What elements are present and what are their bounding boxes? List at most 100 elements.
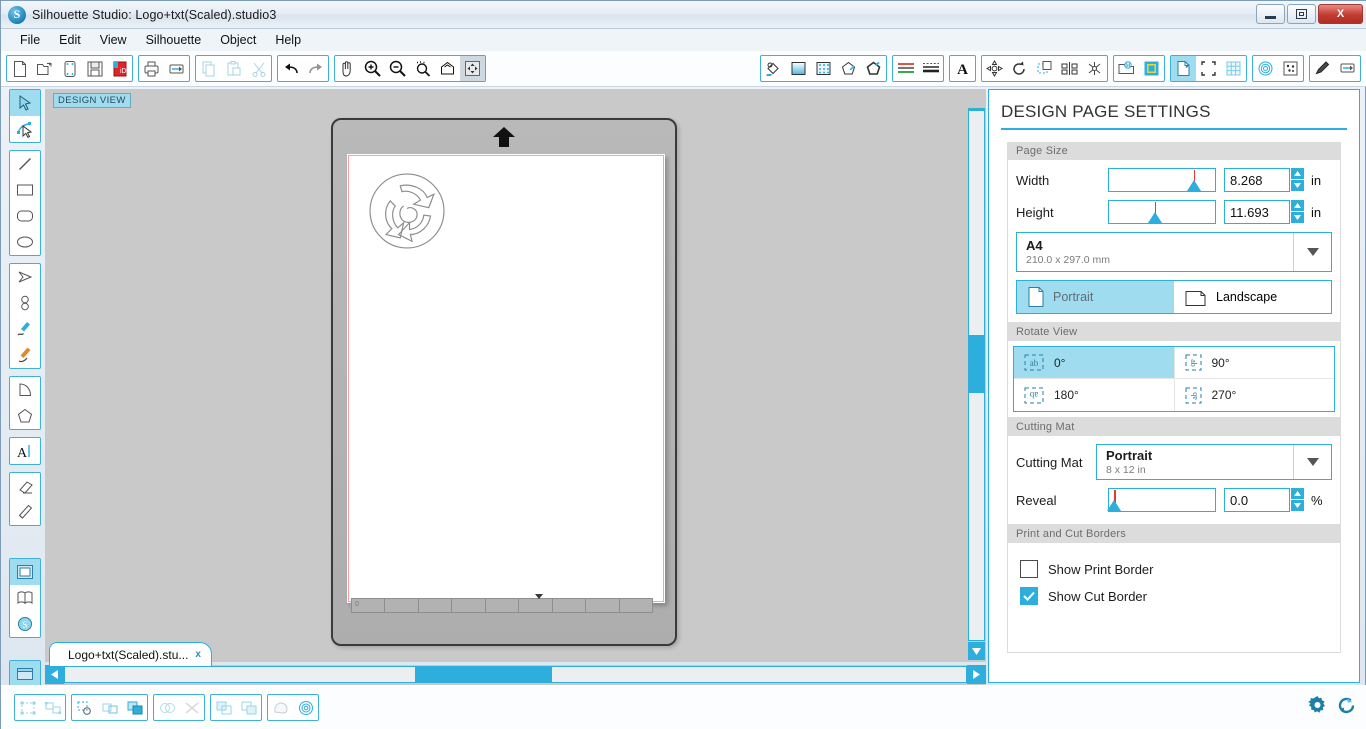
send-icon[interactable]: [1335, 56, 1360, 81]
document-tab-close-icon[interactable]: x: [195, 649, 201, 660]
rotate-270-button[interactable]: ab 270°: [1175, 379, 1335, 411]
send-panel-icon[interactable]: [10, 661, 40, 687]
width-input[interactable]: 8.268: [1224, 168, 1290, 192]
sketch-pens-icon[interactable]: [893, 56, 918, 81]
bring-to-front-icon[interactable]: [122, 695, 147, 720]
save-icon[interactable]: [82, 56, 107, 81]
vertical-scroll-track[interactable]: [968, 110, 985, 641]
zoom-out-icon[interactable]: [385, 56, 410, 81]
rotate-icon[interactable]: [1007, 56, 1032, 81]
open-folder-icon[interactable]: [32, 56, 57, 81]
globe-recycle-logo-artwork[interactable]: [365, 169, 449, 253]
fit-to-page-icon[interactable]: [460, 56, 485, 81]
menu-object[interactable]: Object: [211, 30, 265, 50]
send-backward-icon[interactable]: [211, 695, 236, 720]
internal-offset-icon[interactable]: [293, 695, 318, 720]
redo-icon[interactable]: [303, 56, 328, 81]
undo-icon[interactable]: [278, 56, 303, 81]
compound-path-icon[interactable]: [72, 695, 97, 720]
pattern-fill-icon[interactable]: [811, 56, 836, 81]
rotate-180-button[interactable]: ab 180°: [1014, 379, 1175, 411]
polygon-tool-icon[interactable]: [10, 264, 40, 290]
open-recent-icon[interactable]: [57, 56, 82, 81]
horizontal-scroll-thumb[interactable]: [415, 667, 552, 682]
align-icon[interactable]: [1057, 56, 1082, 81]
grid-settings-icon[interactable]: [1221, 56, 1246, 81]
replicate-icon[interactable]: [1082, 56, 1107, 81]
line-thickness-icon[interactable]: [918, 56, 943, 81]
design-canvas[interactable]: DESIGN VIEW 0: [45, 89, 966, 662]
scroll-left-button[interactable]: [45, 665, 64, 684]
horizontal-scroll-track[interactable]: [64, 666, 967, 683]
width-stepper-down[interactable]: [1291, 180, 1304, 192]
rotate-90-button[interactable]: ab 90°: [1175, 347, 1335, 378]
curve-tool-icon[interactable]: [10, 290, 40, 316]
print-icon[interactable]: [139, 56, 164, 81]
maximize-button[interactable]: [1287, 4, 1316, 24]
line-style-icon[interactable]: [861, 56, 886, 81]
show-print-border-row[interactable]: Show Print Border: [1020, 560, 1332, 578]
send-to-back-icon[interactable]: [236, 695, 261, 720]
scroll-right-button[interactable]: [967, 665, 986, 684]
edit-points-icon[interactable]: [10, 116, 40, 142]
vertical-scrollbar[interactable]: [966, 89, 986, 662]
my-library-icon[interactable]: M: [1114, 56, 1139, 81]
rectangle-tool-icon[interactable]: [10, 177, 40, 203]
release-compound-path-icon[interactable]: [97, 695, 122, 720]
width-stepper-up[interactable]: [1291, 168, 1304, 180]
menu-file[interactable]: File: [11, 30, 49, 50]
width-slider[interactable]: [1108, 168, 1216, 192]
orientation-portrait-button[interactable]: Portrait: [1017, 281, 1174, 313]
cutting-mat-select[interactable]: Portrait 8 x 12 in: [1096, 444, 1332, 480]
menu-view[interactable]: View: [91, 30, 136, 50]
select-arrow-icon[interactable]: [10, 90, 40, 116]
document-tab[interactable]: Logo+txt(Scaled).stu... x: [49, 642, 212, 666]
chevron-down-icon[interactable]: [1293, 445, 1331, 479]
vertical-scroll-thumb[interactable]: [969, 335, 984, 393]
new-document-icon[interactable]: [7, 56, 32, 81]
copy-icon[interactable]: [196, 56, 221, 81]
zoom-selection-icon[interactable]: [410, 56, 435, 81]
menu-help[interactable]: Help: [266, 30, 310, 50]
reveal-input[interactable]: 0.0: [1224, 488, 1290, 512]
height-stepper-up[interactable]: [1291, 200, 1304, 212]
height-stepper[interactable]: [1291, 200, 1304, 224]
reveal-stepper[interactable]: [1291, 488, 1304, 512]
page-preset-select[interactable]: A4 210.0 x 297.0 mm: [1016, 232, 1332, 272]
save-library-icon[interactable]: iD: [107, 56, 132, 81]
detach-icon[interactable]: [179, 695, 204, 720]
freehand-tool-icon[interactable]: [10, 316, 40, 342]
reveal-stepper-down[interactable]: [1291, 500, 1304, 512]
horizontal-scrollbar[interactable]: [45, 665, 986, 685]
store-icon[interactable]: [1139, 56, 1164, 81]
library-view-icon[interactable]: [10, 585, 40, 611]
arc-tool-icon[interactable]: [10, 377, 40, 403]
zoom-in-icon[interactable]: [360, 56, 385, 81]
minimize-button[interactable]: [1256, 4, 1285, 24]
knife-tool-icon[interactable]: [10, 499, 40, 525]
design-page-settings-icon[interactable]: [1171, 56, 1196, 81]
paste-icon[interactable]: [221, 56, 246, 81]
design-page[interactable]: [347, 154, 665, 603]
scissors-cut-icon[interactable]: [246, 56, 271, 81]
fit-to-window-icon[interactable]: [435, 56, 460, 81]
reveal-stepper-up[interactable]: [1291, 488, 1304, 500]
show-cut-border-row[interactable]: Show Cut Border: [1020, 587, 1332, 605]
group-icon[interactable]: [15, 695, 40, 720]
sync-refresh-icon[interactable]: [1336, 695, 1357, 721]
gradient-fill-icon[interactable]: [786, 56, 811, 81]
height-input[interactable]: 11.693: [1224, 200, 1290, 224]
orientation-landscape-button[interactable]: Landscape: [1174, 281, 1331, 313]
height-stepper-down[interactable]: [1291, 212, 1304, 224]
scale-icon[interactable]: [1032, 56, 1057, 81]
fill-color-icon[interactable]: [761, 56, 786, 81]
send-to-silhouette-icon[interactable]: [164, 56, 189, 81]
regular-polygon-tool-icon[interactable]: [10, 403, 40, 429]
design-view-icon[interactable]: [10, 559, 40, 585]
line-color-icon[interactable]: [836, 56, 861, 81]
show-print-border-checkbox[interactable]: [1020, 560, 1038, 578]
height-slider[interactable]: [1108, 200, 1216, 224]
store-view-icon[interactable]: S: [10, 611, 40, 637]
menu-silhouette[interactable]: Silhouette: [137, 30, 211, 50]
text-style-icon[interactable]: A: [950, 56, 975, 81]
